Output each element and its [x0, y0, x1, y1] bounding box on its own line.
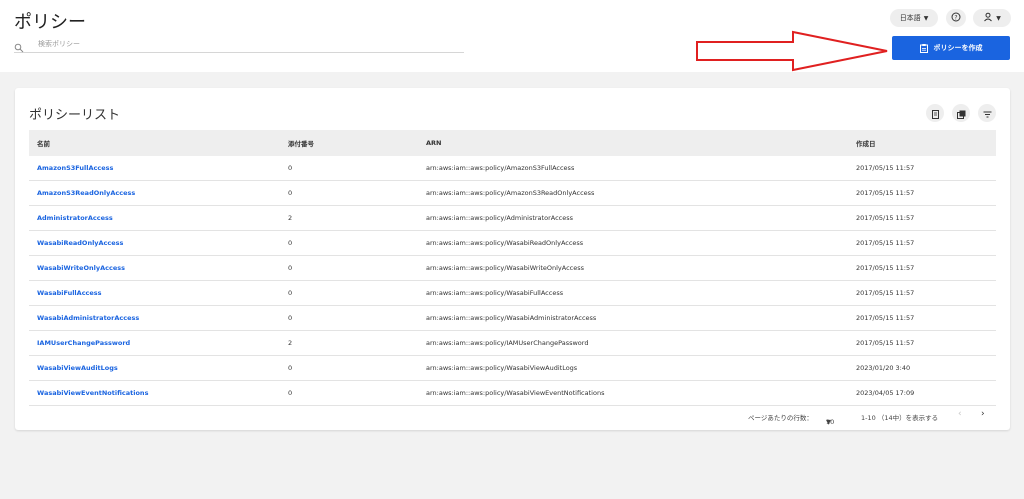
- policy-list-card: ポリシーリスト 名前 添付番号 ARN 作成日 AmazonS3FullAcce…: [15, 88, 1010, 430]
- table-row[interactable]: AmazonS3FullAccess 0 arn:aws:iam::aws:po…: [29, 156, 996, 181]
- policy-name-link[interactable]: WasabiViewEventNotifications: [37, 389, 148, 397]
- policy-arn: arn:aws:iam::aws:policy/AdministratorAcc…: [418, 205, 848, 231]
- policy-name-link[interactable]: WasabiWriteOnlyAccess: [37, 264, 125, 272]
- policy-arn: arn:aws:iam::aws:policy/WasabiAdministra…: [418, 305, 848, 331]
- list-view-icon: [931, 104, 940, 123]
- column-header-attachment-count[interactable]: 添付番号: [280, 130, 418, 156]
- caret-down-icon: ▼: [826, 418, 831, 426]
- table-row[interactable]: IAMUserChangePassword 2 arn:aws:iam::aws…: [29, 330, 996, 356]
- column-header-created[interactable]: 作成日: [848, 130, 996, 156]
- table-row[interactable]: WasabiWriteOnlyAccess 0 arn:aws:iam::aws…: [29, 255, 996, 281]
- policy-name-link[interactable]: WasabiViewAuditLogs: [37, 364, 118, 372]
- policy-arn: arn:aws:iam::aws:policy/AmazonS3ReadOnly…: [418, 180, 848, 206]
- column-header-name[interactable]: 名前: [29, 130, 280, 156]
- policy-arn: arn:aws:iam::aws:policy/WasabiViewEventN…: [418, 380, 848, 406]
- column-header-arn[interactable]: ARN: [418, 130, 848, 156]
- top-header: ポリシー 日本語 ▼ ? ▼ ポリシーを作成: [0, 0, 1024, 72]
- create-policy-label: ポリシーを作成: [933, 44, 983, 52]
- attachment-count: 0: [280, 280, 418, 306]
- search-bar[interactable]: [14, 38, 464, 53]
- chevron-right-icon[interactable]: ›: [981, 409, 985, 419]
- attachment-count: 0: [280, 230, 418, 256]
- language-label: 日本語: [899, 14, 921, 22]
- red-arrow-annotation: [696, 30, 888, 72]
- table-row[interactable]: WasabiViewAuditLogs 0 arn:aws:iam::aws:p…: [29, 355, 996, 381]
- policy-name-link[interactable]: AmazonS3FullAccess: [37, 164, 113, 172]
- attachment-count: 0: [280, 380, 418, 406]
- search-input[interactable]: [38, 38, 458, 50]
- table-row[interactable]: AdministratorAccess 2 arn:aws:iam::aws:p…: [29, 205, 996, 231]
- table-row[interactable]: WasabiViewEventNotifications 0 arn:aws:i…: [29, 380, 996, 406]
- policy-name-link[interactable]: WasabiAdministratorAccess: [37, 314, 139, 322]
- help-icon: ?: [951, 12, 961, 24]
- svg-text:?: ?: [954, 14, 957, 21]
- caret-down-icon: ▼: [923, 14, 929, 22]
- clipboard-icon: [919, 43, 928, 53]
- table-row[interactable]: AmazonS3ReadOnlyAccess 0 arn:aws:iam::aw…: [29, 180, 996, 206]
- policy-arn: arn:aws:iam::aws:policy/WasabiWriteOnlyA…: [418, 255, 848, 281]
- attachment-count: 0: [280, 355, 418, 381]
- policy-name-link[interactable]: AdministratorAccess: [37, 214, 113, 222]
- caret-down-icon: ▼: [996, 14, 1001, 22]
- attachment-count: 2: [280, 330, 418, 356]
- copy-button[interactable]: [952, 104, 970, 122]
- created-date: 2017/05/15 11:57: [848, 205, 996, 231]
- language-selector[interactable]: 日本語 ▼: [890, 9, 938, 27]
- attachment-count: 0: [280, 255, 418, 281]
- policy-arn: arn:aws:iam::aws:policy/WasabiViewAuditL…: [418, 355, 848, 381]
- table-header-row: 名前 添付番号 ARN 作成日: [29, 130, 996, 156]
- list-view-button[interactable]: [926, 104, 944, 122]
- attachment-count: 0: [280, 305, 418, 331]
- user-icon: [983, 12, 993, 24]
- created-date: 2017/05/15 11:57: [848, 330, 996, 356]
- policy-arn: arn:aws:iam::aws:policy/AmazonS3FullAcce…: [418, 156, 848, 181]
- policy-name-link[interactable]: WasabiReadOnlyAccess: [37, 239, 123, 247]
- created-date: 2017/05/15 11:57: [848, 305, 996, 331]
- created-date: 2023/04/05 17:09: [848, 380, 996, 406]
- table-row[interactable]: WasabiFullAccess 0 arn:aws:iam::aws:poli…: [29, 280, 996, 306]
- rows-per-page-label: ページあたりの行数：: [748, 414, 813, 422]
- card-title: ポリシーリスト: [29, 108, 121, 123]
- filter-button[interactable]: [978, 104, 996, 122]
- policy-name-link[interactable]: AmazonS3ReadOnlyAccess: [37, 189, 135, 197]
- policy-arn: arn:aws:iam::aws:policy/WasabiReadOnlyAc…: [418, 230, 848, 256]
- attachment-count: 0: [280, 156, 418, 181]
- pagination: ページあたりの行数： 10 ▼ 1-10 （14中）を表示する ‹ ›: [15, 406, 1010, 426]
- help-button[interactable]: ?: [946, 9, 966, 27]
- page-title: ポリシー: [14, 12, 86, 33]
- created-date: 2017/05/15 11:57: [848, 255, 996, 281]
- search-icon: [14, 38, 24, 53]
- policy-arn: arn:aws:iam::aws:policy/WasabiFullAccess: [418, 280, 848, 306]
- created-date: 2023/01/20 3:40: [848, 355, 996, 381]
- attachment-count: 2: [280, 205, 418, 231]
- policy-arn: arn:aws:iam::aws:policy/IAMUserChangePas…: [418, 330, 848, 356]
- user-menu-button[interactable]: ▼: [973, 9, 1011, 27]
- created-date: 2017/05/15 11:57: [848, 156, 996, 181]
- pagination-range: 1-10 （14中）を表示する: [861, 414, 939, 422]
- created-date: 2017/05/15 11:57: [848, 180, 996, 206]
- policy-table: 名前 添付番号 ARN 作成日 AmazonS3FullAccess 0 arn…: [29, 130, 996, 406]
- copy-icon: [956, 104, 966, 123]
- policy-name-link[interactable]: IAMUserChangePassword: [37, 339, 130, 347]
- filter-icon: [983, 104, 992, 123]
- policy-name-link[interactable]: WasabiFullAccess: [37, 289, 102, 297]
- table-row[interactable]: WasabiReadOnlyAccess 0 arn:aws:iam::aws:…: [29, 230, 996, 256]
- created-date: 2017/05/15 11:57: [848, 230, 996, 256]
- attachment-count: 0: [280, 180, 418, 206]
- create-policy-button[interactable]: ポリシーを作成: [892, 36, 1010, 60]
- created-date: 2017/05/15 11:57: [848, 280, 996, 306]
- table-row[interactable]: WasabiAdministratorAccess 0 arn:aws:iam:…: [29, 305, 996, 331]
- chevron-left-icon[interactable]: ‹: [958, 409, 962, 419]
